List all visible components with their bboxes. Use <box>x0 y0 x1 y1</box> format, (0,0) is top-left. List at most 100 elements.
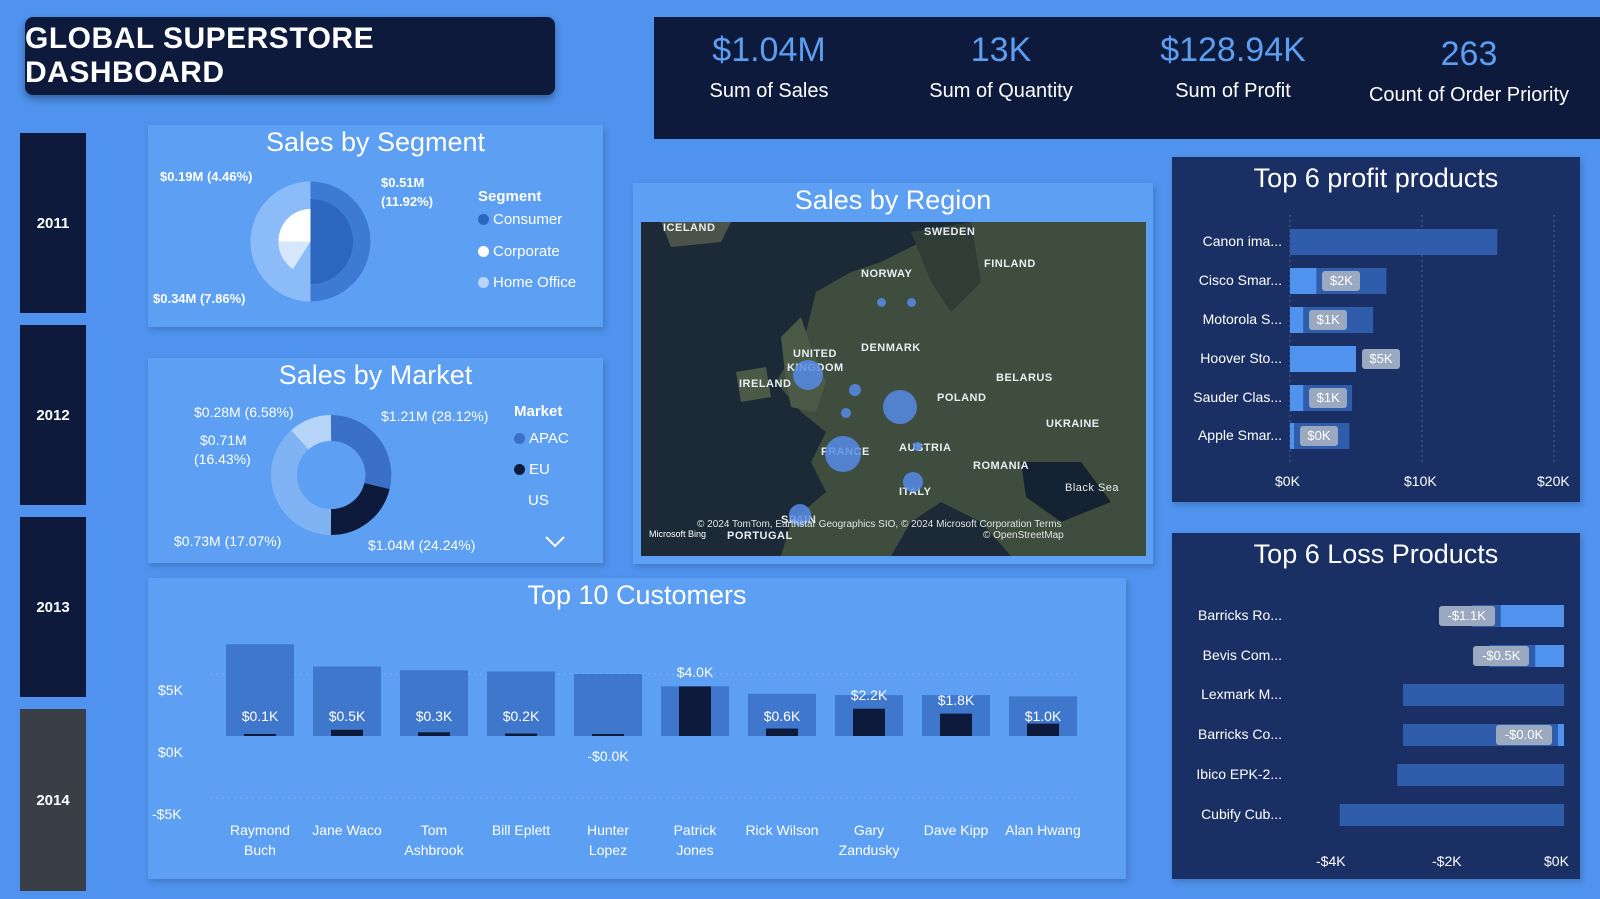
legend-item-corporate[interactable]: Corporate <box>478 243 560 260</box>
map-label: BELARUS <box>996 372 1053 384</box>
bar-series-2[interactable] <box>1290 346 1356 372</box>
data-label: $0.2K <box>502 708 540 724</box>
map-bubble-norway[interactable] <box>877 298 886 307</box>
map-label: NORWAY <box>861 268 913 280</box>
bar-series-2[interactable] <box>940 713 972 736</box>
kpi-value: 263 <box>1440 35 1498 73</box>
bar-series-1[interactable] <box>1403 684 1564 706</box>
loss-bar-chart[interactable] <box>1172 533 1580 879</box>
bar-series-2[interactable] <box>1500 605 1564 627</box>
map-bubble-netherlands[interactable] <box>849 384 861 396</box>
legend-dot-icon <box>514 433 525 444</box>
data-label-pill: -$1.1K <box>1438 606 1495 626</box>
panel-title: Top 10 Customers <box>527 580 747 610</box>
data-label-pill: $1K <box>1309 388 1348 408</box>
bar-series-1[interactable] <box>1290 229 1498 255</box>
legend-label: Consumer <box>493 211 563 228</box>
bar-series-2[interactable] <box>679 686 711 736</box>
bar-series-1[interactable] <box>400 670 468 736</box>
map-label: ROMANIA <box>973 460 1030 472</box>
bar-series-1[interactable] <box>487 671 555 736</box>
bar-series-2[interactable] <box>1558 724 1564 746</box>
product-name: Cubify Cub... <box>1201 806 1282 822</box>
x-tick-label: $20K <box>1537 473 1570 489</box>
kpi-sales[interactable]: $1.04M Sum of Sales <box>654 31 884 103</box>
bar-series-2[interactable] <box>766 728 798 736</box>
legend-title: Market <box>514 403 563 420</box>
year-button-2011[interactable]: 2011 <box>20 133 86 313</box>
customers-bar-chart[interactable] <box>210 638 1080 838</box>
map-label: FINLAND <box>984 258 1036 270</box>
kpi-value: $128.94K <box>1160 31 1306 69</box>
year-button-2012[interactable]: 2012 <box>20 325 86 505</box>
segment-pie-chart[interactable] <box>248 179 373 304</box>
map-bubble-austria[interactable] <box>913 442 922 451</box>
legend-dot-icon <box>514 464 525 475</box>
legend-label: Corporate <box>493 243 560 260</box>
bar-series-2[interactable] <box>505 733 537 736</box>
legend-item-us[interactable]: US <box>528 492 549 509</box>
bar-series-2[interactable] <box>418 732 450 736</box>
bar-series-2[interactable] <box>331 729 363 736</box>
bar-series-2[interactable] <box>853 708 885 736</box>
kpi-label: Sum of Profit <box>1175 80 1291 102</box>
map-label: DENMARK <box>861 342 921 354</box>
map-bubble-germany[interactable] <box>883 390 917 424</box>
donut-slice-small[interactable] <box>291 415 332 451</box>
product-name: Barricks Co... <box>1197 726 1282 742</box>
y-tick-label: -$5K <box>152 806 182 822</box>
top-profit-products-panel: Top 6 profit products Canon ima... Cisco … <box>1172 157 1580 502</box>
bar-series-2[interactable] <box>1027 723 1059 736</box>
map-attribution: © 2024 TomTom, Earthstar Geographics SIO… <box>697 519 1062 530</box>
bar-series-2[interactable] <box>1535 645 1564 667</box>
profit-bar-chart[interactable] <box>1172 157 1580 502</box>
data-label: $0.19M (4.46%) <box>160 169 253 184</box>
x-tick-label: -$2K <box>1432 853 1462 869</box>
data-label: $0.1K <box>241 708 279 724</box>
map-label: SWEDEN <box>924 226 976 238</box>
kpi-quantity[interactable]: 13K Sum of Quantity <box>886 31 1116 103</box>
bar-series-2[interactable] <box>1290 385 1304 411</box>
data-label: $0.51M <box>381 175 425 190</box>
map-label: AUSTRIA <box>899 442 952 454</box>
bar-series-2[interactable] <box>592 734 624 736</box>
market-donut-chart[interactable] <box>270 414 392 536</box>
map-bubble-france[interactable] <box>825 436 861 472</box>
bar-series-1[interactable] <box>1339 804 1564 826</box>
legend-label: APAC <box>529 430 569 447</box>
europe-map[interactable]: ICELAND SWEDEN FINLAND NORWAY DENMARK UN… <box>641 222 1146 556</box>
data-label: $2.2K <box>850 686 888 703</box>
data-label-pill: -$0.0K <box>1496 725 1552 745</box>
product-name: Cisco Smar... <box>1198 272 1282 288</box>
chevron-down-icon[interactable] <box>545 536 565 548</box>
kpi-profit[interactable]: $128.94K Sum of Profit <box>1118 31 1348 103</box>
x-tick-label: Raymond <box>230 822 290 838</box>
bar-series-2[interactable] <box>244 734 276 736</box>
bar-series-2[interactable] <box>1290 307 1304 333</box>
map-bubble-uk[interactable] <box>793 360 823 390</box>
map-bubble-italy[interactable] <box>903 472 923 492</box>
map-bubble-sweden[interactable] <box>907 298 916 307</box>
x-tick-label: Ashbrook <box>404 842 464 858</box>
dashboard-title: GLOBAL SUPERSTORE DASHBOARD <box>25 17 555 95</box>
x-tick-label: Lopez <box>588 842 628 858</box>
legend-item-apac[interactable]: APAC <box>514 430 569 447</box>
legend-item-eu[interactable]: EU <box>514 461 550 478</box>
legend-item-consumer[interactable]: Consumer <box>478 211 562 228</box>
map-bubble-belgium[interactable] <box>841 408 851 418</box>
product-name: Ibico EPK-2... <box>1196 766 1282 782</box>
bar-series-2[interactable] <box>1290 268 1317 294</box>
legend-item-home-office[interactable]: Home Office <box>478 274 576 291</box>
donut-hole <box>297 441 365 509</box>
bar-series-1[interactable] <box>313 666 381 736</box>
kpi-order-priority[interactable]: 263 Count of Order Priority <box>1354 35 1584 107</box>
legend-label: EU <box>529 461 550 478</box>
bar-series-2[interactable] <box>1290 423 1294 449</box>
map-label: ICELAND <box>663 222 716 234</box>
year-button-2013[interactable]: 2013 <box>20 517 86 697</box>
bar-series-1[interactable] <box>574 674 642 736</box>
x-tick-label: Bill Eplett <box>491 822 551 838</box>
legend-dot-icon <box>478 277 489 288</box>
year-button-2014[interactable]: 2014 <box>20 709 86 891</box>
bar-series-1[interactable] <box>1397 764 1564 786</box>
